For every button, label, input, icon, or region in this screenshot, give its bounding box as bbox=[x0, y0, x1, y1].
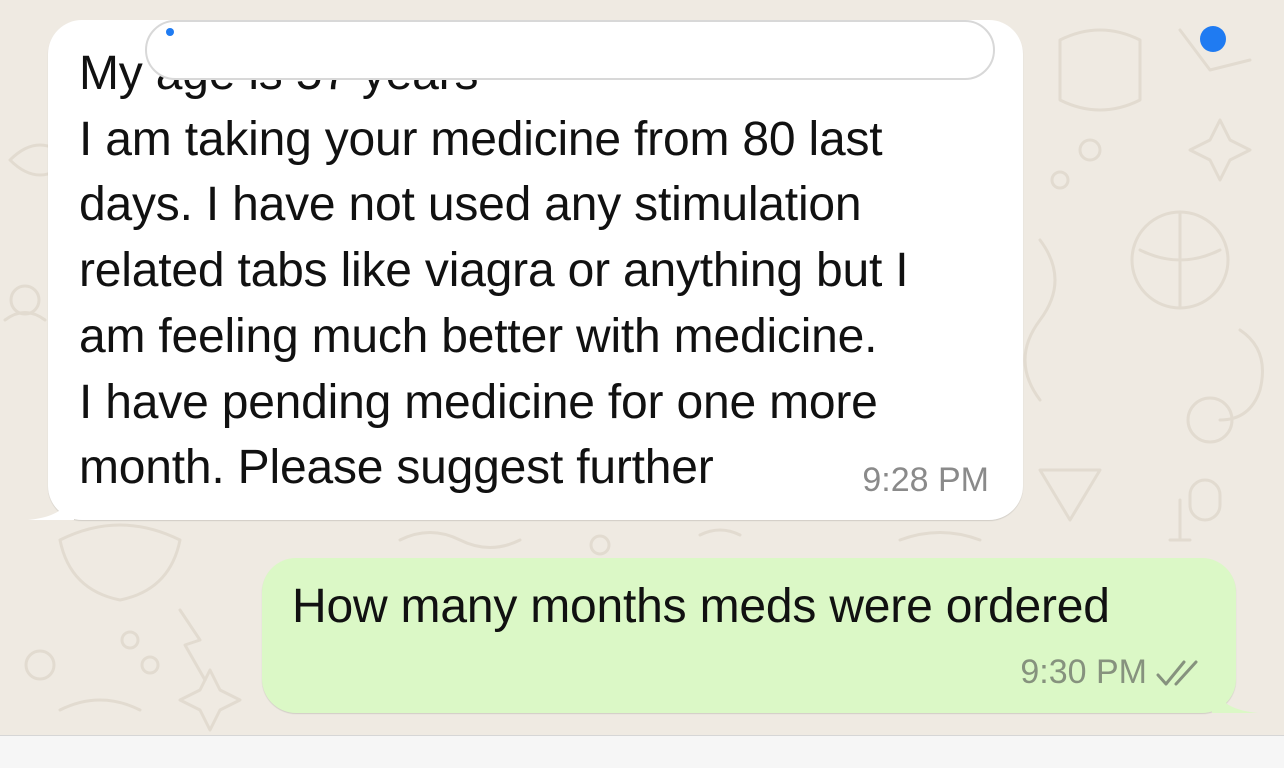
incoming-message-bubble[interactable]: My age is 57 years I am taking your medi… bbox=[28, 20, 1023, 520]
message-line: I am taking your medicine from 80 last bbox=[79, 112, 883, 166]
outgoing-message-text: How many months meds were ordered bbox=[292, 580, 1110, 633]
double-check-icon bbox=[1156, 660, 1198, 686]
message-input-bar bbox=[0, 735, 1284, 768]
message-timestamp: 9:28 PM bbox=[862, 461, 989, 499]
message-line: I have pending medicine for one more bbox=[79, 375, 878, 429]
incoming-message-text: My age is 57 years I am taking your medi… bbox=[79, 41, 909, 501]
outgoing-message-bubble[interactable]: How many months meds were ordered 9:30 P… bbox=[262, 558, 1258, 713]
message-input-field[interactable] bbox=[145, 20, 995, 80]
message-line: days. I have not used any stimulation bbox=[79, 178, 862, 232]
message-line: month. Please suggest further bbox=[79, 441, 714, 495]
incoming-bubble-tail bbox=[28, 489, 74, 520]
message-line: am feeling much better with medicine. bbox=[79, 309, 878, 363]
message-line: related tabs like viagra or anything but… bbox=[79, 244, 909, 298]
outgoing-bubble-tail bbox=[1212, 682, 1258, 713]
mic-icon[interactable] bbox=[1200, 26, 1226, 52]
message-timestamp: 9:30 PM bbox=[1020, 653, 1147, 691]
attach-icon[interactable] bbox=[166, 28, 174, 36]
